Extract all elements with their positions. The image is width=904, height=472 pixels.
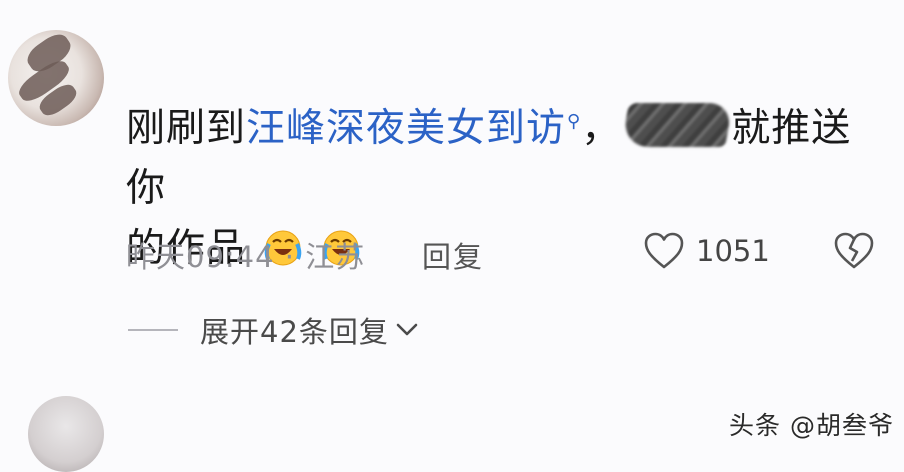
heart-icon <box>644 232 684 269</box>
comment-meta: 昨天09:44 · 江苏 回复 1051 <box>126 228 886 274</box>
expand-replies-button[interactable]: 展开42条回复 <box>128 308 419 352</box>
next-commenter-avatar[interactable] <box>28 396 104 472</box>
comment-prefix: 刚刷到 <box>126 106 247 151</box>
divider-line <box>128 329 178 331</box>
expand-replies-label: 展开42条回复 <box>200 315 389 349</box>
reply-button[interactable]: 回复 <box>422 234 484 276</box>
broken-heart-icon[interactable] <box>834 232 874 270</box>
search-icon[interactable]: ⚲ <box>567 111 581 132</box>
comment-comma: ， <box>581 106 622 151</box>
watermark: 头条 @胡叁爷 <box>729 411 894 440</box>
chevron-down-icon <box>396 323 418 336</box>
like-count: 1051 <box>696 234 770 268</box>
topic-link[interactable]: 汪峰深夜美女到访 <box>246 106 566 151</box>
comment-time-location: 昨天09:44 · 江苏 <box>126 240 366 274</box>
redacted-username <box>621 103 734 147</box>
like-button[interactable]: 1051 <box>644 228 770 274</box>
commenter-avatar[interactable] <box>8 30 104 126</box>
